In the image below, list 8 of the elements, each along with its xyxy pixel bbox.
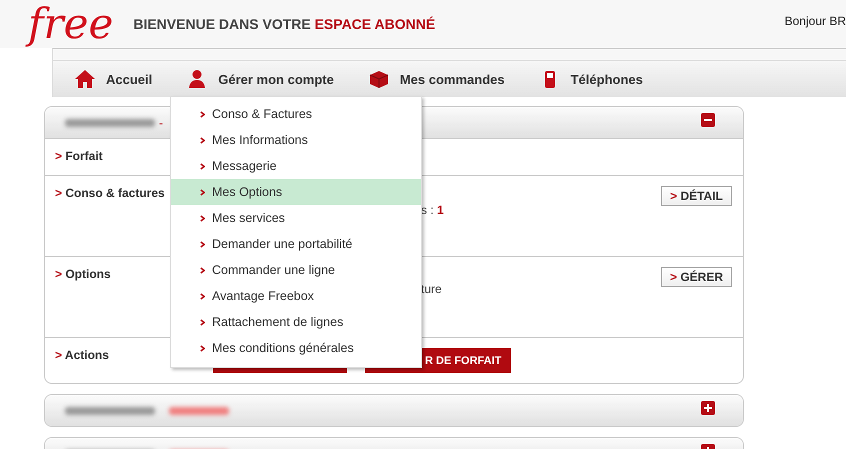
section-label: > Forfait [55,149,103,163]
info-text: ture [421,282,442,296]
greeting-text: Bonjour BR [784,14,846,28]
section-label: > Options [55,267,111,281]
section-label: > Conso & factures [55,186,165,200]
page-title: BIENVENUE DANS VOTRE ESPACE ABONNÉ [133,16,436,32]
section-label: > Actions [55,348,109,362]
line-number-prefix: - [159,116,163,130]
